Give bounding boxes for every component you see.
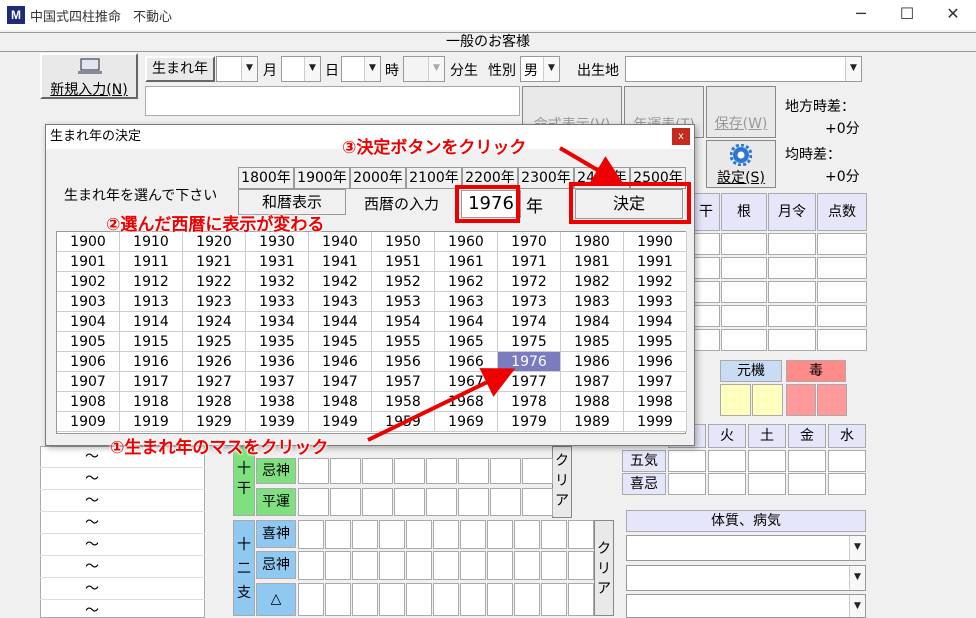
annotation-step3: ③決定ボタンをクリック [342, 138, 527, 158]
annotation-arrows [367, 146, 625, 442]
arrow-step1 [367, 368, 516, 442]
arrow-step3 [558, 146, 625, 187]
annotation-step1: ①生まれ年のマスをクリック [110, 438, 329, 458]
annotation-step2: ②選んだ西暦に表示が変わる [106, 215, 325, 235]
